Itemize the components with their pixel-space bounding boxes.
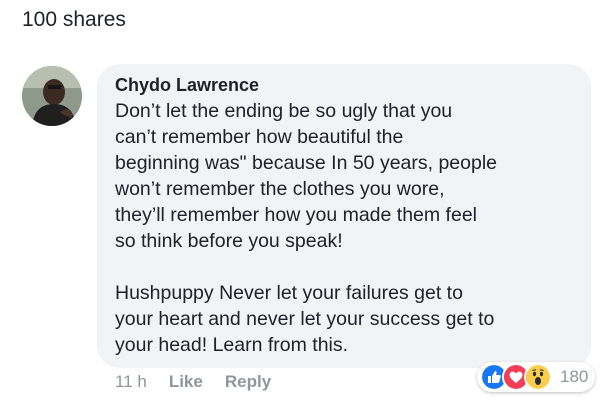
comment-line: won’t remember the clothes you wore,	[115, 178, 445, 200]
comment-line: your heart and never let your success ge…	[115, 308, 495, 330]
wow-icon	[524, 363, 552, 391]
reactions-summary[interactable]: 180	[477, 362, 595, 392]
comment-line: Hushpuppy Never let your failures get to	[115, 282, 463, 304]
comment-actions: 11 h Like Reply	[115, 372, 271, 392]
comment-text: Don’t let the ending be so ugly that you…	[115, 98, 573, 358]
comment-line: your head! Learn from this.	[115, 334, 349, 356]
comment-line: beginning was" because In 50 years, peop…	[115, 152, 498, 174]
avatar[interactable]	[22, 66, 82, 126]
like-button[interactable]: Like	[169, 372, 203, 392]
shares-count[interactable]: 100 shares	[22, 8, 126, 32]
reaction-count: 180	[560, 367, 589, 386]
comment-line: they’ll remember how you made them feel	[115, 204, 477, 226]
reply-button[interactable]: Reply	[225, 372, 271, 392]
comment-bubble: Chydo Lawrence Don’t let the ending be s…	[97, 64, 591, 368]
comment-line: Don’t let the ending be so ugly that you	[115, 100, 453, 122]
comment-author[interactable]: Chydo Lawrence	[115, 75, 573, 96]
comment-line	[115, 254, 573, 280]
comment-line: so think before you speak!	[115, 230, 343, 252]
comment-timestamp[interactable]: 11 h	[115, 372, 147, 392]
comment-line: can’t remember how beautiful the	[115, 126, 404, 148]
